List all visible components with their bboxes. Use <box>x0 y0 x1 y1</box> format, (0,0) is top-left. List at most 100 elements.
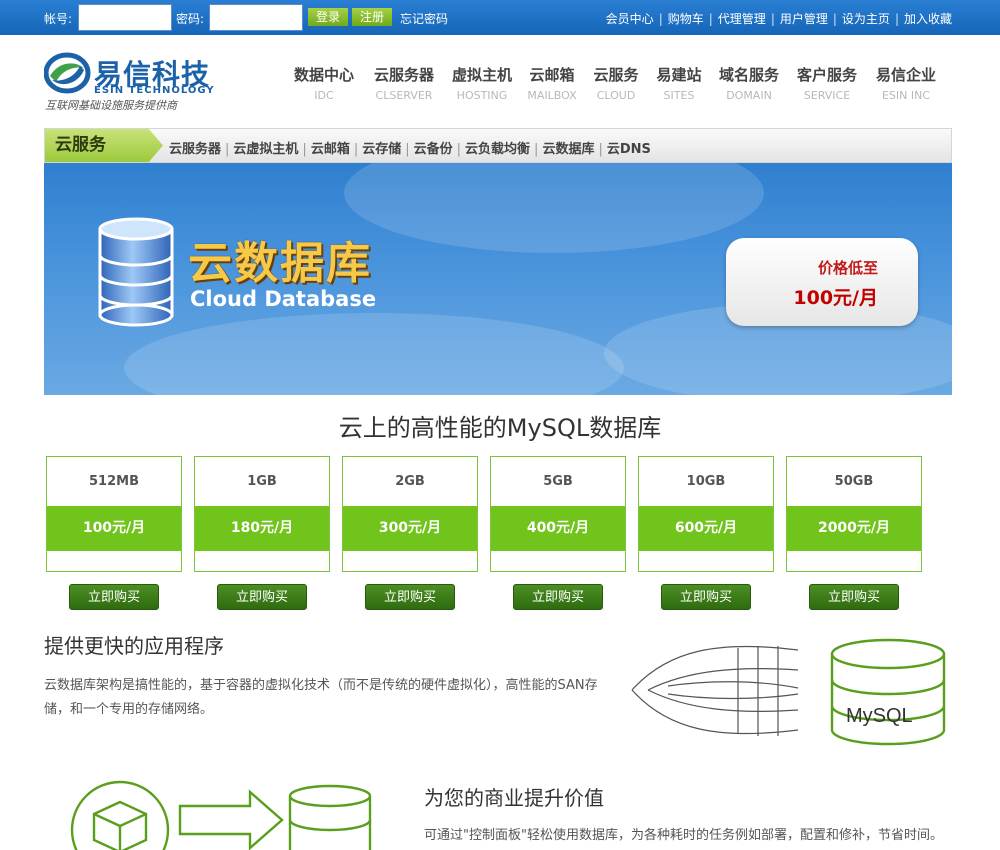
nav-item-sub: SERVICE <box>803 89 851 102</box>
plan-card: 512MB 100元/月 <box>46 456 182 572</box>
sub-nav: 云服务 云服务器 | 云虚拟主机 | 云邮箱 | 云存储 | 云备份 | 云负载均衡 | 云数据库 | 云D… <box>44 128 952 163</box>
agent-link[interactable]: 代理管理 <box>718 12 766 26</box>
price-callout: 价格低至 100元/月 <box>726 238 918 326</box>
account-input[interactable] <box>78 4 172 31</box>
hero-banner: 云数据库 Cloud Database 价格低至 100元/月 <box>44 163 952 395</box>
plan-size: 512MB <box>89 474 139 489</box>
main-nav: 数据中心 IDC 云服务器 CLSERVER 虚拟主机 HOSTING 云邮箱 … <box>288 64 948 104</box>
pricing-title: 云上的高性能的MySQL数据库 <box>338 414 662 442</box>
plan-price: 600元/月 <box>639 506 773 551</box>
feature-text: 云数据库架构是搞性能的，基于容器的虚拟化技术（而不是传统的硬件虚拟化），高性能的… <box>44 678 598 717</box>
nav-item-label: 云服务 <box>593 66 639 84</box>
banner-title: 云数据库 <box>188 238 372 289</box>
plan-size: 5GB <box>543 474 573 489</box>
price-callout-value: 100元/月 <box>793 287 878 309</box>
nav-item-sub: CLOUD <box>596 89 636 102</box>
sub-nav-load-balance[interactable]: 云负载均衡 <box>465 142 530 157</box>
nav-item-sites[interactable]: 易建站 SITES <box>651 64 707 102</box>
logo-slogan: 互联网基础设施服务提供商 <box>45 99 177 112</box>
nav-item-label: 客户服务 <box>796 66 857 84</box>
nav-item-mailbox[interactable]: 云邮箱 MAILBOX <box>524 64 580 102</box>
plan-price: 100元/月 <box>47 506 181 551</box>
plan-price: 300元/月 <box>343 506 477 551</box>
login-button[interactable]: 登录 <box>308 8 348 26</box>
buy-now-button[interactable]: 立即购买 <box>513 584 603 610</box>
sub-nav-cloud-backup[interactable]: 云备份 <box>414 142 453 157</box>
nav-item-sub: SITES <box>663 89 695 102</box>
nav-item-sub: MAILBOX <box>527 89 577 102</box>
buy-now-button[interactable]: 立即购买 <box>661 584 751 610</box>
nav-item-hosting[interactable]: 虚拟主机 HOSTING <box>446 64 518 102</box>
separator: | <box>658 12 663 26</box>
logo-swirl-icon <box>44 52 91 94</box>
sub-nav-cloud-dns[interactable]: 云DNS <box>607 142 651 157</box>
section-tag: 云服务 <box>45 129 163 162</box>
nav-item-sub: HOSTING <box>456 89 508 102</box>
register-button[interactable]: 注册 <box>352 8 392 26</box>
cart-link[interactable]: 购物车 <box>668 12 704 26</box>
sub-nav-links: 云服务器 | 云虚拟主机 | 云邮箱 | 云存储 | 云备份 | 云负载均衡 | 云数据库 | 云DNS <box>169 138 651 157</box>
nav-item-label: 云邮箱 <box>529 66 575 84</box>
nav-item-label: 虚拟主机 <box>451 66 512 84</box>
top-bar: 帐号: 密码: 登录 注册 忘记密码 会员中心 | 购物车 | 代理管理 | 用户管理 | 设为… <box>0 0 1000 35</box>
member-center-link[interactable]: 会员中心 <box>606 12 654 26</box>
bookmark-link[interactable]: 加入收藏 <box>904 12 952 26</box>
banner-subtitle: Cloud Database <box>190 287 377 311</box>
account-label: 帐号: <box>44 12 73 26</box>
nav-item-sub: CLSERVER <box>375 89 433 102</box>
cloud-decoration <box>344 163 764 253</box>
separator: | <box>302 142 307 157</box>
password-input[interactable] <box>209 4 303 31</box>
mysql-speed-illustration: MySQL <box>631 638 946 746</box>
feature-heading: 为您的商业提升价值 <box>424 786 604 810</box>
nav-item-cloud[interactable]: 云服务 CLOUD <box>588 64 644 102</box>
plan-card: 10GB 600元/月 <box>638 456 774 572</box>
nav-item-label: 数据中心 <box>293 66 354 84</box>
sub-nav-cloud-server[interactable]: 云服务器 <box>169 142 221 157</box>
plan-card: 1GB 180元/月 <box>194 456 330 572</box>
buy-now-button[interactable]: 立即购买 <box>365 584 455 610</box>
user-manage-link[interactable]: 用户管理 <box>780 12 828 26</box>
nav-item-sub: DOMAIN <box>726 89 772 102</box>
nav-item-service[interactable]: 客户服务 SERVICE <box>791 64 863 102</box>
nav-item-label: 易信企业 <box>875 66 936 84</box>
buy-now-button[interactable]: 立即购买 <box>69 584 159 610</box>
forgot-password-link[interactable]: 忘记密码 <box>400 10 448 27</box>
buy-now-button[interactable]: 立即购买 <box>809 584 899 610</box>
feature-heading: 提供更快的应用程序 <box>44 634 224 658</box>
plan-price: 400元/月 <box>491 506 625 551</box>
sub-nav-cloud-database[interactable]: 云数据库 <box>542 142 594 157</box>
nav-item-esin-inc[interactable]: 易信企业 ESIN INC <box>870 64 942 102</box>
nav-item-label: 域名服务 <box>718 66 779 84</box>
separator: | <box>708 12 713 26</box>
buy-now-button[interactable]: 立即购买 <box>217 584 307 610</box>
top-links: 会员中心 | 购物车 | 代理管理 | 用户管理 | 设为主页 | 加入收藏 <box>606 10 952 27</box>
separator: | <box>894 12 899 26</box>
nav-item-label: 云服务器 <box>373 66 434 84</box>
separator: | <box>534 142 539 157</box>
nav-item-domain[interactable]: 域名服务 DOMAIN <box>713 64 785 102</box>
separator: | <box>456 142 462 157</box>
nav-item-clserver[interactable]: 云服务器 CLSERVER <box>368 64 440 102</box>
plan-size: 1GB <box>247 474 277 489</box>
nav-item-sub: IDC <box>314 89 334 102</box>
plan-card: 5GB 400元/月 <box>490 456 626 572</box>
nav-item-idc[interactable]: 数据中心 IDC <box>288 64 360 102</box>
set-homepage-link[interactable]: 设为主页 <box>842 12 890 26</box>
sub-nav-cloud-hosting[interactable]: 云虚拟主机 <box>233 142 298 157</box>
plan-card: 2GB 300元/月 <box>342 456 478 572</box>
sub-nav-cloud-mail[interactable]: 云邮箱 <box>311 142 350 157</box>
plan-size: 50GB <box>834 474 874 489</box>
logo-en-text: ESIN TECHNOLOGY <box>94 85 215 96</box>
sub-nav-cloud-storage[interactable]: 云存储 <box>362 142 401 157</box>
separator: | <box>832 12 837 26</box>
plan-price: 180元/月 <box>195 506 329 551</box>
separator: | <box>770 12 775 26</box>
mysql-art-label: MySQL <box>846 705 913 727</box>
database-icon <box>98 217 174 327</box>
plan-size: 2GB <box>395 474 425 489</box>
cloud-decoration <box>124 313 624 395</box>
password-label: 密码: <box>176 12 205 26</box>
nav-item-label: 易建站 <box>656 66 702 84</box>
site-logo[interactable]: 易信科技 ESIN TECHNOLOGY 互联网基础设施服务提供商 <box>44 52 224 112</box>
